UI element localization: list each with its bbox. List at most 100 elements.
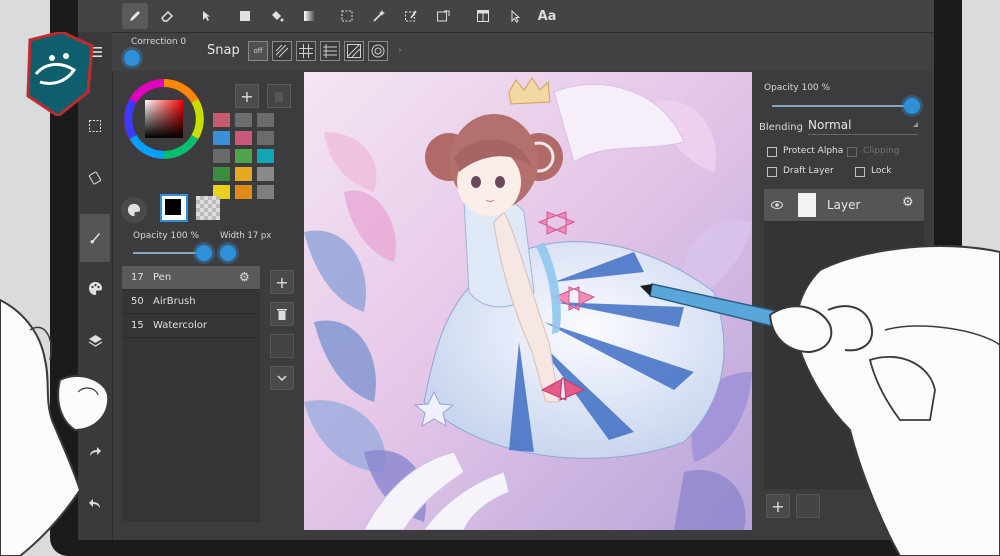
rotate-icon <box>88 171 102 185</box>
layer-list: Layer ⚙ <box>764 189 924 489</box>
color-swatch[interactable] <box>257 131 274 145</box>
chevron-right-icon: › <box>398 45 402 56</box>
eraser-tool-button[interactable] <box>154 3 180 29</box>
magic-wand-tool-button[interactable] <box>366 3 392 29</box>
layer-opacity-label: Opacity 100 % <box>764 83 831 93</box>
brush-opacity-track[interactable] <box>133 252 203 254</box>
layer-name: Layer <box>827 198 861 212</box>
bucket-icon <box>272 11 284 22</box>
color-swatch[interactable] <box>213 131 230 145</box>
fill-rect-icon <box>240 11 250 21</box>
select-rect-tool-button[interactable] <box>334 3 360 29</box>
color-swatch[interactable] <box>213 113 230 127</box>
correction-slider-knob[interactable] <box>124 50 140 66</box>
color-swatch[interactable] <box>213 167 230 181</box>
drawing-canvas[interactable] <box>304 72 752 530</box>
pen-icon <box>130 11 140 21</box>
brush-row-pen[interactable]: 17 Pen ⚙ <box>122 266 260 290</box>
brush-list: 17 Pen ⚙ 50 AirBrush 15 Watercolor <box>122 266 260 522</box>
color-swatch[interactable] <box>235 131 252 145</box>
add-color-button[interactable]: + <box>235 84 259 108</box>
move-tool-button[interactable] <box>194 3 220 29</box>
layers-icon <box>88 334 102 347</box>
gradient-tool-button[interactable] <box>296 3 322 29</box>
trash-icon <box>275 92 283 102</box>
color-panel-button[interactable] <box>80 266 110 310</box>
brush-row-watercolor[interactable]: 15 Watercolor <box>122 314 260 338</box>
eye-icon[interactable] <box>771 201 783 209</box>
more-brushes-button[interactable] <box>270 366 294 390</box>
snap-circle-button[interactable] <box>368 41 388 61</box>
layer-thumbnail <box>798 193 816 217</box>
color-swatch[interactable] <box>235 149 252 163</box>
delete-layer-button[interactable] <box>796 494 820 518</box>
snap-off-button[interactable]: off <box>248 41 268 61</box>
gear-icon[interactable]: ⚙ <box>239 270 250 284</box>
blending-select[interactable]: Normal <box>808 118 918 135</box>
delete-color-button[interactable] <box>267 84 291 108</box>
gradient-icon <box>304 11 314 21</box>
brush-option-button[interactable] <box>270 334 294 358</box>
brush-panel-button[interactable] <box>80 214 110 262</box>
add-layer-button[interactable]: + <box>766 494 790 518</box>
snap-perspective-button[interactable] <box>320 41 340 61</box>
gear-icon[interactable]: ⚙ <box>902 195 914 210</box>
undo-icon <box>89 499 100 508</box>
snap-grid-button[interactable] <box>296 41 316 61</box>
clipping-checkbox[interactable] <box>847 147 857 157</box>
layers-panel-button[interactable] <box>80 318 110 362</box>
parallel-lines-icon <box>275 44 289 58</box>
brush-name: Pen <box>153 272 172 283</box>
bucket-tool-button[interactable] <box>264 3 290 29</box>
text-tool-button[interactable]: Aa <box>534 3 560 29</box>
palette-icon <box>127 203 141 217</box>
brush-opacity-knob[interactable] <box>196 245 212 261</box>
cursor-tool-button[interactable] <box>502 3 528 29</box>
brush-width-knob[interactable] <box>220 245 236 261</box>
undo-button[interactable] <box>80 484 110 524</box>
brush-row-airbrush[interactable]: 50 AirBrush <box>122 290 260 314</box>
color-swatch[interactable] <box>235 167 252 181</box>
draft-layer-checkbox[interactable] <box>767 167 777 177</box>
palette-icon <box>88 281 102 295</box>
snap-label: Snap <box>207 43 240 58</box>
secondary-color-swatch[interactable] <box>196 196 220 220</box>
rotate-canvas-button[interactable] <box>80 158 110 198</box>
brush-size: 50 <box>131 296 144 307</box>
brush-width-label: Width 17 px <box>220 231 272 241</box>
color-wheel[interactable] <box>123 78 205 160</box>
fill-rect-tool-button[interactable] <box>232 3 258 29</box>
panel-layout-button[interactable] <box>470 3 496 29</box>
layer-opacity-knob[interactable] <box>904 98 920 114</box>
redo-button[interactable] <box>80 432 110 472</box>
top-toolbar: Aa <box>78 0 934 33</box>
pen-tool-button[interactable] <box>122 3 148 29</box>
primary-color-swatch[interactable] <box>160 194 188 222</box>
select-pen-icon <box>405 10 417 22</box>
color-swatch[interactable] <box>257 113 274 127</box>
diagonal-icon <box>347 44 361 58</box>
draft-layer-label: Draft Layer <box>783 166 834 176</box>
brush-icon <box>90 233 100 244</box>
color-swatch[interactable] <box>257 167 274 181</box>
add-brush-button[interactable]: + <box>270 270 294 294</box>
color-panel: + Opacity 100 % Width 17 px <box>116 73 298 265</box>
lock-checkbox[interactable] <box>855 167 865 177</box>
delete-brush-button[interactable] <box>270 302 294 326</box>
snap-parallel-button[interactable] <box>272 41 292 61</box>
color-swatch[interactable] <box>213 149 230 163</box>
color-palette-button[interactable] <box>121 197 147 223</box>
brush-name: AirBrush <box>153 296 196 307</box>
color-swatch[interactable] <box>257 185 274 199</box>
protect-alpha-checkbox[interactable] <box>767 147 777 157</box>
layer-opacity-track[interactable] <box>772 105 912 107</box>
snap-diagonal-button[interactable] <box>344 41 364 61</box>
color-swatch[interactable] <box>235 113 252 127</box>
select-pen-tool-button[interactable] <box>398 3 424 29</box>
text-icon: Aa <box>537 8 557 24</box>
transform-tool-button[interactable] <box>430 3 456 29</box>
color-swatch[interactable] <box>235 185 252 199</box>
layer-row[interactable]: Layer ⚙ <box>764 189 924 221</box>
color-swatch[interactable] <box>257 149 274 163</box>
layers-panel: Opacity 100 % Blending Normal Protect Al… <box>754 72 934 540</box>
